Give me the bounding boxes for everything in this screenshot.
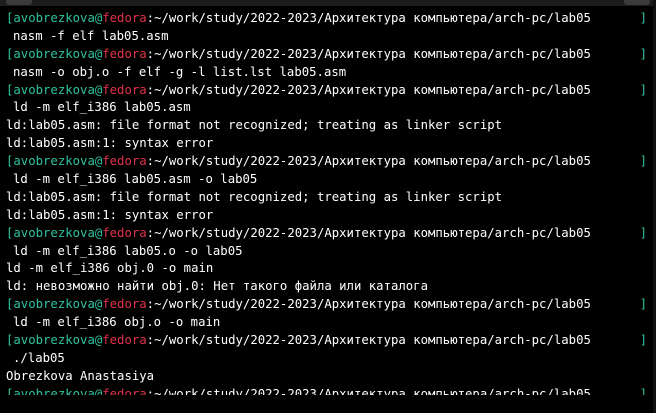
shell-prompt: [avobrezkova@fedora:~/work/study/2022-20… xyxy=(6,10,656,28)
output-line: ld:lab05.asm: file format not recognized… xyxy=(6,118,503,133)
prompt-user: avobrezkova xyxy=(13,225,95,240)
output-line: ld: невозможно найти obj.0: Нет такого ф… xyxy=(6,279,428,294)
prompt-user: avobrezkova xyxy=(13,333,95,348)
output-line: ld -m elf_i386 obj.0 -o main xyxy=(6,261,214,276)
prompt-path: :~/work/study/2022-2023/Архитектура комп… xyxy=(146,11,591,25)
shell-prompt: [avobrezkova@fedora:~/work/study/2022-20… xyxy=(6,153,656,171)
shell-prompt: [avobrezkova@fedora:~/work/study/2022-20… xyxy=(6,225,656,243)
prompt-host: fedora xyxy=(102,386,147,395)
prompt-path: :~/work/study/2022-2023/Архитектура комп… xyxy=(146,46,591,61)
prompt-path: :~/work/study/2022-2023/Архитектура комп… xyxy=(146,297,591,312)
prompt-path: :~/work/study/2022-2023/Архитектура комп… xyxy=(146,82,591,97)
prompt-host: fedora xyxy=(102,225,147,240)
prompt-host: fedora xyxy=(102,297,147,312)
output-line: ld:lab05.asm:1: syntax error xyxy=(6,207,214,222)
prompt-bracket-close: ] xyxy=(639,297,647,312)
prompt-host: fedora xyxy=(102,82,147,97)
prompt-user: avobrezkova xyxy=(13,386,95,395)
shell-prompt: [avobrezkova@fedora:~/work/study/2022-20… xyxy=(6,296,656,314)
terminal-output: [avobrezkova@fedora:~/work/study/2022-20… xyxy=(6,10,656,395)
prompt-bracket-close: ] xyxy=(639,386,647,395)
shell-prompt: [avobrezkova@fedora:~/work/study/2022-20… xyxy=(6,46,656,64)
output-line: ld:lab05.asm: file format not recognized… xyxy=(6,189,503,204)
prompt-path: :~/work/study/2022-2023/Архитектура комп… xyxy=(146,225,591,240)
prompt-bracket-close: ] xyxy=(639,46,647,61)
prompt-bracket-close: ] xyxy=(639,11,647,25)
prompt-user: avobrezkova xyxy=(13,11,95,25)
prompt-host: fedora xyxy=(102,11,147,25)
prompt-host: fedora xyxy=(102,154,147,169)
output-line: ld:lab05.asm:1: syntax error xyxy=(6,136,214,151)
command-line: ld -m elf_i386 lab05.o -o lab05 xyxy=(13,243,243,258)
command-line: ld -m elf_i386 obj.o -o main xyxy=(13,315,221,330)
prompt-bracket-close: ] xyxy=(639,333,647,348)
prompt-user: avobrezkova xyxy=(13,46,95,61)
tab-bar-strip xyxy=(0,0,656,6)
prompt-user: avobrezkova xyxy=(13,82,95,97)
shell-prompt: [avobrezkova@fedora:~/work/study/2022-20… xyxy=(6,82,656,100)
prompt-bracket-close: ] xyxy=(639,82,647,97)
prompt-path: :~/work/study/2022-2023/Архитектура комп… xyxy=(146,154,591,169)
prompt-user: avobrezkova xyxy=(13,154,95,169)
shell-prompt: [avobrezkova@fedora:~/work/study/2022-20… xyxy=(6,386,656,395)
prompt-path: :~/work/study/2022-2023/Архитектура комп… xyxy=(146,333,591,348)
command-line: ./lab05 xyxy=(13,350,65,365)
output-line: Obrezkova Anastasiya xyxy=(6,368,155,383)
command-line: ld -m elf_i386 lab05.asm xyxy=(13,100,191,115)
prompt-host: fedora xyxy=(102,333,147,348)
command-line: nasm -o obj.o -f elf -g -l list.lst lab0… xyxy=(13,64,347,79)
prompt-bracket-close: ] xyxy=(639,154,647,169)
prompt-path: :~/work/study/2022-2023/Архитектура комп… xyxy=(146,386,591,395)
prompt-host: fedora xyxy=(102,46,147,61)
tab-handle[interactable] xyxy=(6,0,32,5)
command-line: ld -m elf_i386 lab05.asm -o lab05 xyxy=(13,172,258,187)
prompt-user: avobrezkova xyxy=(13,297,95,312)
tab-handle[interactable] xyxy=(624,0,650,5)
terminal-window[interactable]: [avobrezkova@fedora:~/work/study/2022-20… xyxy=(0,0,656,413)
command-line: nasm -f elf lab05.asm xyxy=(13,28,169,43)
shell-prompt: [avobrezkova@fedora:~/work/study/2022-20… xyxy=(6,332,656,350)
prompt-bracket-close: ] xyxy=(639,225,647,240)
